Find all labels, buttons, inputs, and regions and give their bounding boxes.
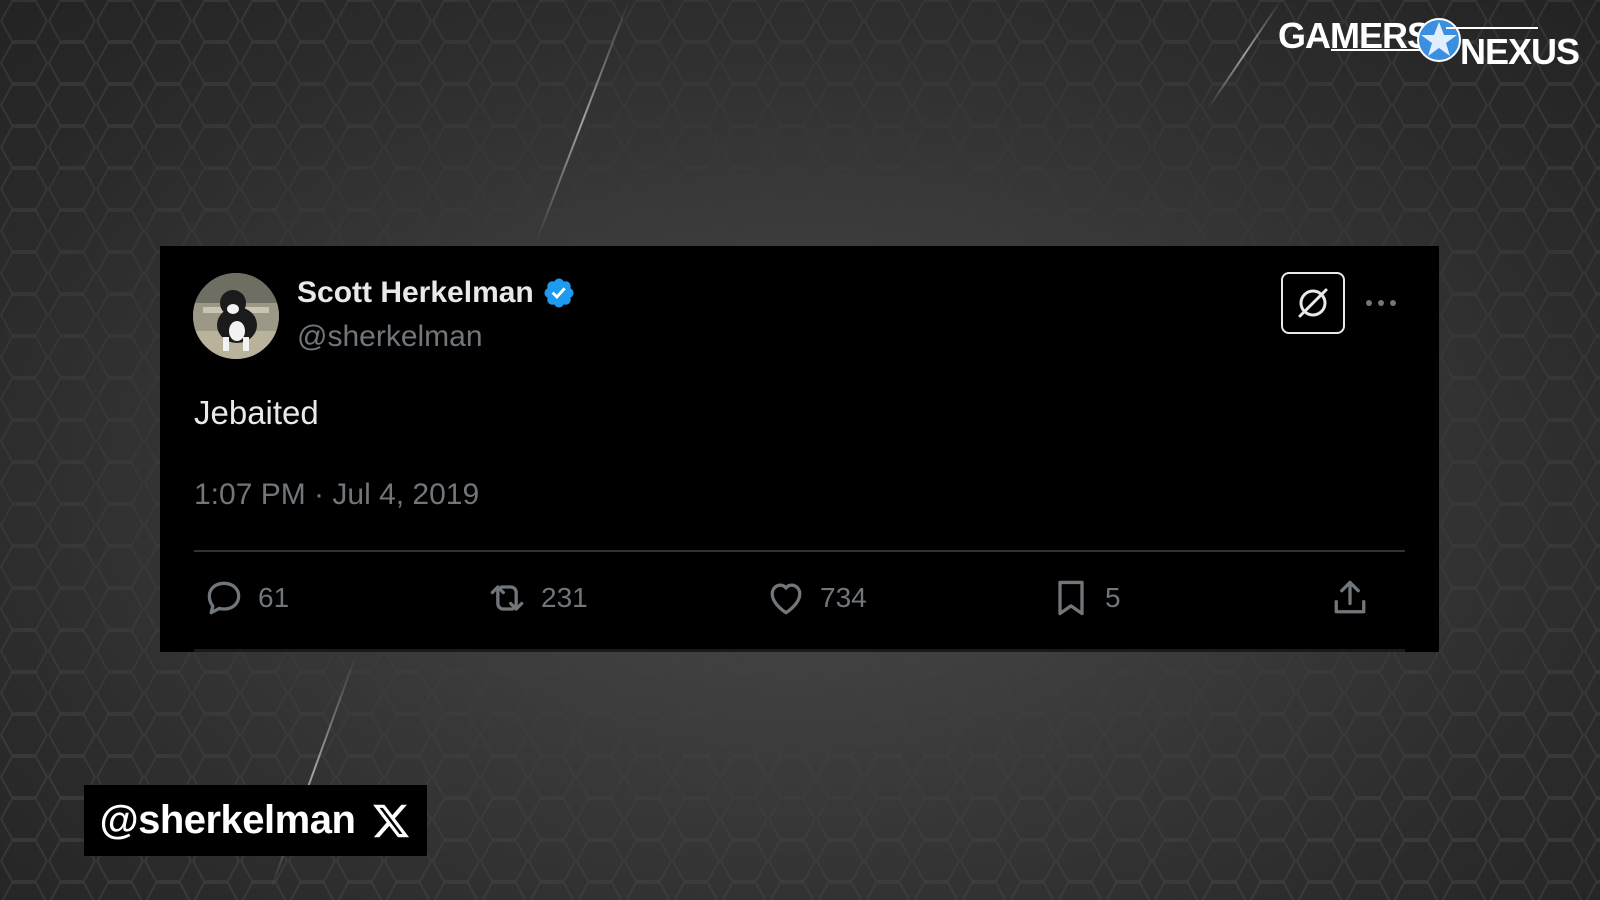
grok-icon bbox=[1298, 288, 1328, 318]
x-logo-icon bbox=[373, 804, 410, 837]
repost-button[interactable]: 231 bbox=[485, 576, 588, 620]
repost-count: 231 bbox=[541, 582, 588, 613]
verified-badge-icon bbox=[542, 276, 576, 310]
handle[interactable]: @sherkelman bbox=[297, 320, 483, 354]
logo-text-right: NEXUS bbox=[1460, 31, 1579, 72]
heart-icon bbox=[770, 583, 802, 615]
more-options-button[interactable] bbox=[1356, 286, 1406, 320]
share-button[interactable] bbox=[1328, 576, 1372, 620]
reply-button[interactable]: 61 bbox=[202, 576, 289, 620]
gamers-nexus-logo: GAMERS NEXUS bbox=[1276, 14, 1586, 72]
more-dots-icon bbox=[1366, 300, 1396, 306]
like-button[interactable]: 734 bbox=[764, 576, 867, 620]
bookmark-count: 5 bbox=[1105, 582, 1121, 613]
gamers-nexus-star-icon bbox=[1417, 18, 1461, 62]
repost-icon bbox=[490, 585, 524, 611]
tweet-card: Scott Herkelman @sherkelman Jebaited 1:0… bbox=[160, 246, 1439, 652]
like-count: 734 bbox=[820, 582, 867, 613]
reply-count: 61 bbox=[258, 582, 290, 613]
tweet-timestamp[interactable]: 1:07 PM · Jul 4, 2019 bbox=[194, 478, 479, 512]
bookmark-icon bbox=[1058, 580, 1084, 616]
share-icon bbox=[1334, 580, 1366, 614]
display-name-text: Scott Herkelman bbox=[297, 276, 534, 309]
bookmark-button[interactable]: 5 bbox=[1049, 576, 1121, 620]
grok-button[interactable] bbox=[1281, 272, 1345, 334]
divider bbox=[194, 550, 1405, 552]
reply-icon bbox=[207, 581, 241, 615]
display-name[interactable]: Scott Herkelman bbox=[297, 276, 576, 310]
avatar-dog-image bbox=[193, 273, 279, 359]
handle-badge: @sherkelman bbox=[84, 785, 427, 856]
card-bottom-rule bbox=[194, 649, 1405, 652]
tweet-text: Jebaited bbox=[194, 394, 319, 431]
avatar[interactable] bbox=[193, 273, 279, 359]
handle-badge-text: @sherkelman bbox=[99, 798, 356, 842]
